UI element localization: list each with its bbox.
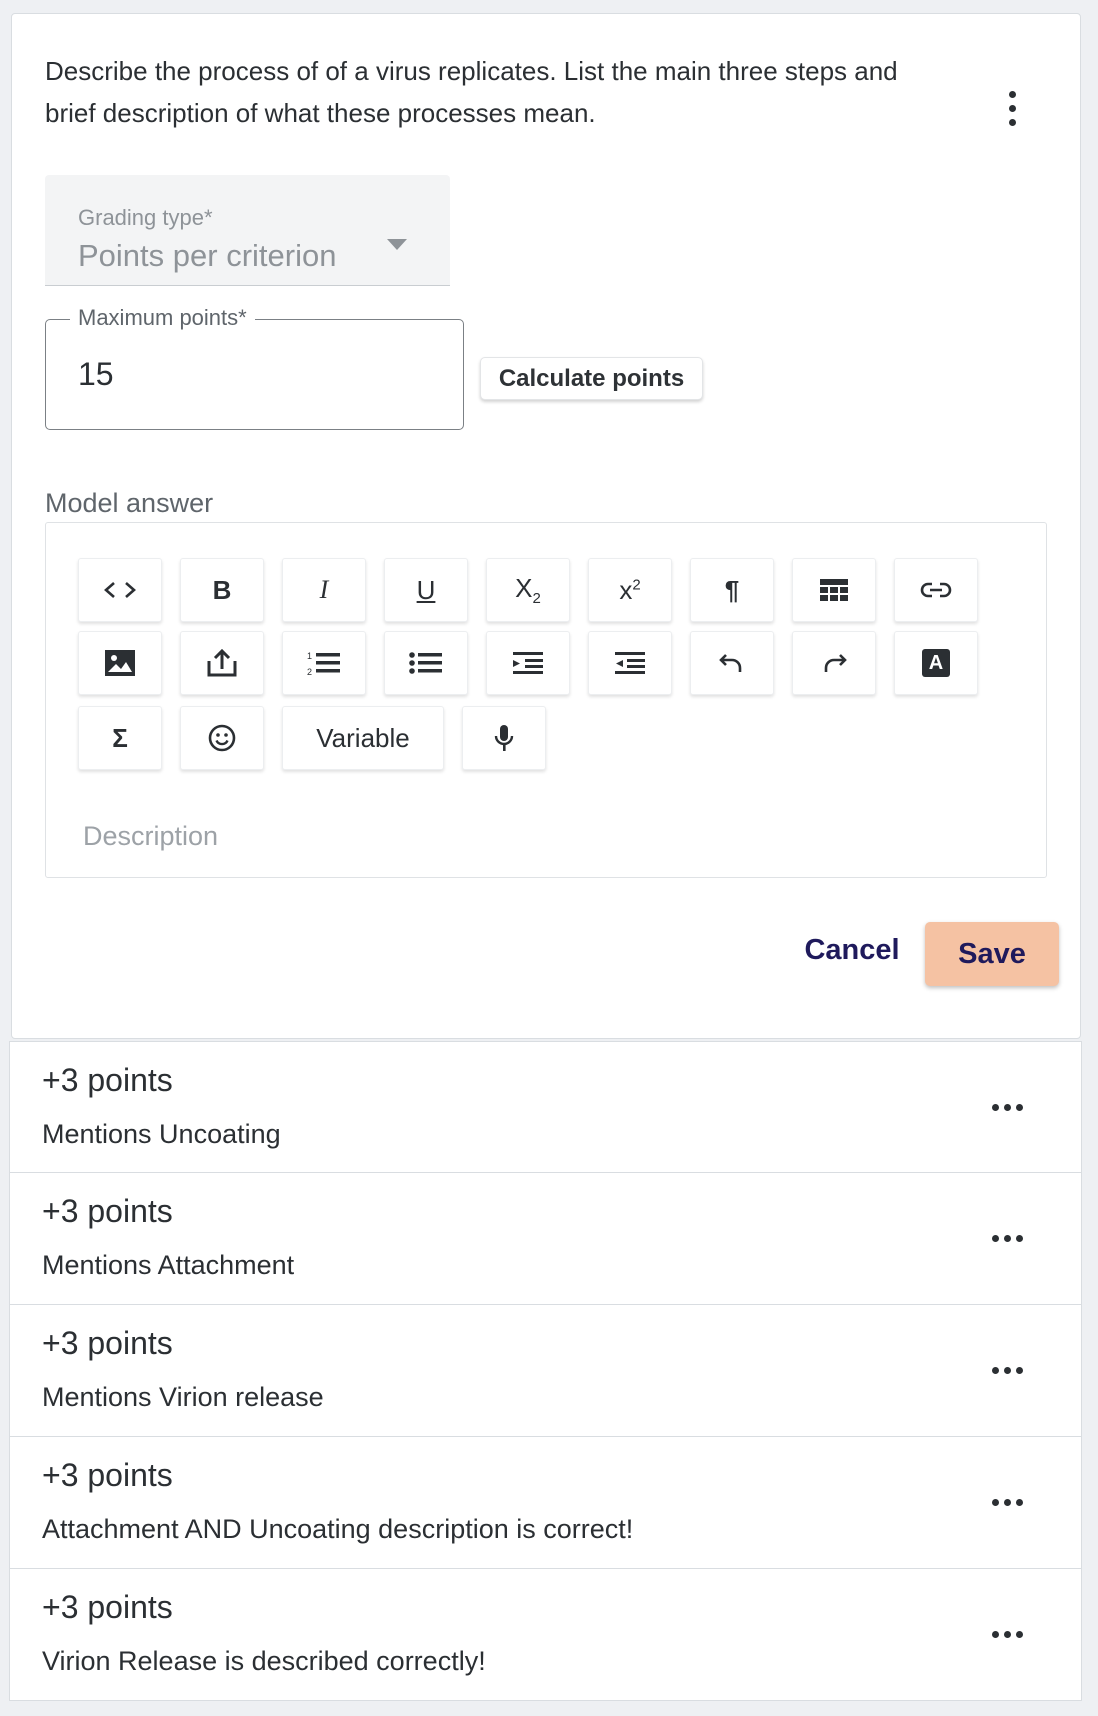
bullet-list-icon <box>409 652 442 674</box>
criterion-more-options-icon[interactable] <box>982 1092 1032 1122</box>
smiley-icon <box>208 724 236 752</box>
criterion-points: +3 points <box>42 1325 173 1361</box>
italic-button[interactable]: I <box>282 558 366 622</box>
emoji-button[interactable] <box>180 706 264 770</box>
outdent-icon <box>615 652 645 674</box>
ordered-list-button[interactable]: 1 2 <box>282 631 366 695</box>
subscript-button[interactable]: X2 <box>486 558 570 622</box>
underline-button[interactable]: U <box>384 558 468 622</box>
undo-button[interactable] <box>690 631 774 695</box>
bold-icon: B <box>212 574 232 605</box>
upload-icon <box>207 649 237 677</box>
svg-text:2: 2 <box>307 667 312 676</box>
link-icon <box>920 582 952 598</box>
cancel-button[interactable]: Cancel <box>782 920 922 980</box>
indent-icon <box>513 652 543 674</box>
maximum-points-field[interactable]: Maximum points* <box>45 305 464 430</box>
superscript-icon: x2 <box>619 574 641 605</box>
criterion-more-options-icon[interactable] <box>982 1223 1032 1253</box>
variable-label: Variable <box>316 722 410 753</box>
criterion-description: Mentions Virion release <box>42 1382 324 1412</box>
indent-button[interactable] <box>486 631 570 695</box>
formula-button[interactable]: Σ <box>78 706 162 770</box>
table-button[interactable] <box>792 558 876 622</box>
subscript-icon: X2 <box>515 572 541 608</box>
redo-button[interactable] <box>792 631 876 695</box>
outdent-button[interactable] <box>588 631 672 695</box>
pilcrow-icon: ¶ <box>724 574 740 605</box>
criterion-more-options-icon[interactable] <box>982 1619 1032 1649</box>
criterion-more-options-icon[interactable] <box>982 1355 1032 1385</box>
criterion-more-options-icon[interactable] <box>982 1487 1032 1517</box>
bullet-list-button[interactable] <box>384 631 468 695</box>
criterion-description: Mentions Attachment <box>42 1250 295 1280</box>
criterion-description: Mentions Uncoating <box>42 1119 281 1149</box>
link-button[interactable] <box>894 558 978 622</box>
criterion-item[interactable]: +3 points Virion Release is described co… <box>9 1569 1082 1701</box>
voice-input-button[interactable] <box>462 706 546 770</box>
redo-icon <box>824 654 847 672</box>
grading-type-value: Points per criterion <box>78 238 337 273</box>
superscript-button[interactable]: x2 <box>588 558 672 622</box>
image-icon <box>105 650 135 676</box>
question-editor-panel: Describe the process of of a virus repli… <box>11 13 1081 1039</box>
model-answer-editor: B I U X2 x2 ¶ 1 2 A Σ Variable Descripti… <box>45 522 1047 878</box>
criterion-item[interactable]: +3 points Mentions Virion release <box>9 1305 1082 1437</box>
variable-button[interactable]: Variable <box>282 706 444 770</box>
criterion-points: +3 points <box>42 1193 173 1229</box>
microphone-icon <box>494 725 514 751</box>
criterion-points: +3 points <box>42 1457 173 1493</box>
criterion-item[interactable]: +3 points Attachment AND Uncoating descr… <box>9 1437 1082 1569</box>
code-view-button[interactable] <box>78 558 162 622</box>
italic-icon: I <box>319 575 329 604</box>
criterion-description: Attachment AND Uncoating description is … <box>42 1514 634 1544</box>
sigma-icon: Σ <box>112 722 128 753</box>
table-icon <box>820 579 848 601</box>
save-button[interactable]: Save <box>925 922 1059 986</box>
bold-button[interactable]: B <box>180 558 264 622</box>
text-color-button[interactable]: A <box>894 631 978 695</box>
maximum-points-input[interactable] <box>78 356 378 393</box>
criterion-item[interactable]: +3 points Mentions Uncoating <box>9 1041 1082 1173</box>
ordered-list-icon: 1 2 <box>307 651 340 676</box>
svg-text:1: 1 <box>307 651 312 661</box>
question-text: Describe the process of of a virus repli… <box>45 56 898 128</box>
model-answer-label: Model answer <box>45 488 214 518</box>
code-icon <box>104 582 136 598</box>
criterion-points: +3 points <box>42 1589 173 1625</box>
paragraph-button[interactable]: ¶ <box>690 558 774 622</box>
criterion-points: +3 points <box>42 1062 173 1098</box>
upload-button[interactable] <box>180 631 264 695</box>
criterion-item[interactable]: +3 points Mentions Attachment <box>9 1173 1082 1305</box>
insert-image-button[interactable] <box>78 631 162 695</box>
text-color-icon: A <box>922 649 950 677</box>
question-more-options-icon[interactable] <box>992 78 1032 138</box>
model-answer-input[interactable]: Description <box>83 821 218 852</box>
chevron-down-icon <box>387 239 407 250</box>
grading-type-select[interactable]: Grading type* Points per criterion <box>45 175 450 286</box>
criteria-list: +3 points Mentions Uncoating +3 points M… <box>9 1041 1082 1701</box>
maximum-points-label: Maximum points* <box>70 305 255 331</box>
criterion-description: Virion Release is described correctly! <box>42 1646 486 1676</box>
calculate-points-button[interactable]: Calculate points <box>480 357 703 400</box>
underline-icon: U <box>416 574 436 605</box>
undo-icon <box>719 654 742 672</box>
grading-type-label: Grading type* <box>78 205 213 230</box>
